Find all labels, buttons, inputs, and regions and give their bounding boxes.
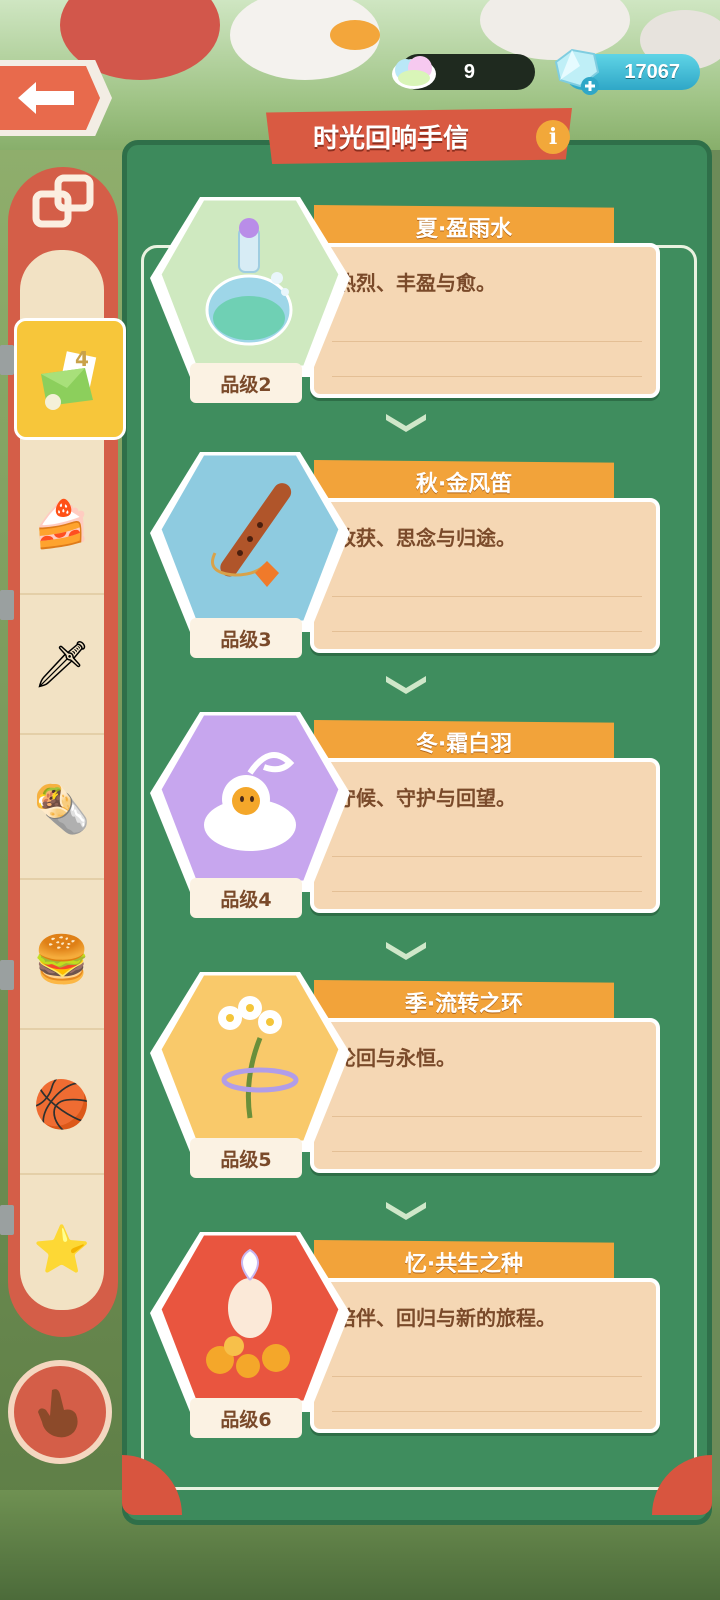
- letter-card-4[interactable]: 季·流转之环 轮回与永恒。 品级5: [150, 972, 670, 1195]
- back-button[interactable]: [0, 60, 112, 136]
- panel-title-banner: 时光回响手信: [266, 108, 572, 164]
- starfish-icon: ⭐: [33, 1221, 91, 1276]
- category-basketball[interactable]: 🏀: [20, 1035, 104, 1175]
- gem-plus-icon[interactable]: [550, 46, 602, 96]
- panel-title: 时光回响手信: [312, 123, 469, 154]
- slider-knob: [0, 590, 14, 620]
- category-wrap[interactable]: 🌯: [20, 740, 104, 880]
- card-description: 陪伴、回归与新的旅程。: [336, 1306, 556, 1330]
- chevron-down-icon: [386, 414, 426, 432]
- letter-card-2[interactable]: 秋·金风笛 收获、思念与归途。 品级3: [150, 452, 670, 675]
- card-body: 陪伴、回归与新的旅程。: [310, 1278, 660, 1433]
- cake-icon: 🍰: [33, 496, 91, 551]
- card-ruled-lines: [332, 307, 642, 387]
- rainbow-cloud-icon: [392, 56, 436, 89]
- card-grade-label: 品级3: [190, 618, 302, 658]
- slider-knob: [0, 960, 14, 990]
- chevron-down-icon: [386, 1202, 426, 1220]
- dagger-icon: 🗡: [32, 636, 92, 691]
- card-body: 收获、思念与归途。: [310, 498, 660, 653]
- category-dagger[interactable]: 🗡: [20, 595, 104, 735]
- info-icon[interactable]: i: [536, 120, 570, 154]
- cloud-count: 9: [463, 60, 475, 83]
- basketball-icon: 🏀: [33, 1076, 91, 1131]
- seed-sprout-icon: [161, 1235, 339, 1401]
- card-grade-label: 品级5: [190, 1138, 302, 1178]
- card-ruled-lines: [332, 562, 642, 642]
- chevron-down-icon: [386, 676, 426, 694]
- flute-icon: [161, 455, 339, 621]
- category-bun[interactable]: 🍔: [20, 890, 104, 1030]
- card-ruled-lines: [332, 1342, 642, 1422]
- bun-icon: 🍔: [33, 931, 91, 986]
- back-arrow-icon: [18, 82, 74, 114]
- card-description: 守候、守护与回望。: [336, 786, 516, 810]
- wrap-food-icon: 🌯: [33, 781, 91, 836]
- category-cake[interactable]: 🍰: [20, 455, 104, 595]
- slider-knob: [0, 1205, 14, 1235]
- envelope-icon: [41, 351, 97, 410]
- card-body: 热烈、丰盈与愈。: [310, 243, 660, 398]
- background-decor: [330, 20, 380, 50]
- card-body: 轮回与永恒。: [310, 1018, 660, 1173]
- category-starfish[interactable]: ⭐: [20, 1180, 104, 1310]
- flower-ring-icon: [161, 975, 339, 1141]
- chevron-down-icon: [386, 942, 426, 960]
- card-description: 轮回与永恒。: [336, 1046, 456, 1070]
- card-body: 守候、守护与回望。: [310, 758, 660, 913]
- hand-pointer-icon: [38, 1389, 78, 1438]
- category-letter-active[interactable]: 4: [14, 318, 126, 440]
- letter-card-3[interactable]: 冬·霜白羽 守候、守护与回望。 品级4: [150, 712, 670, 935]
- card-description: 收获、思念与归途。: [336, 526, 516, 550]
- card-grade-label: 品级2: [190, 363, 302, 403]
- card-ruled-lines: [332, 822, 642, 902]
- slider-knob: [0, 345, 14, 375]
- letter-card-1[interactable]: 夏·盈雨水 热烈、丰盈与愈。 品级2: [150, 197, 670, 420]
- card-grade-label: 品级6: [190, 1398, 302, 1438]
- card-grade-label: 品级4: [190, 878, 302, 918]
- collection-switch-icon[interactable]: [30, 172, 100, 232]
- potion-flask-icon: [161, 200, 339, 366]
- card-description: 热烈、丰盈与愈。: [336, 271, 496, 295]
- letter-badge-number: 4: [75, 347, 89, 371]
- letter-card-5[interactable]: 忆·共生之种 陪伴、回归与新的旅程。 品级6: [150, 1232, 670, 1455]
- white-feather-bird-icon: [161, 715, 339, 881]
- gem-count: 17067: [624, 60, 680, 83]
- card-ruled-lines: [332, 1082, 642, 1162]
- hand-pointer-button[interactable]: [8, 1360, 112, 1464]
